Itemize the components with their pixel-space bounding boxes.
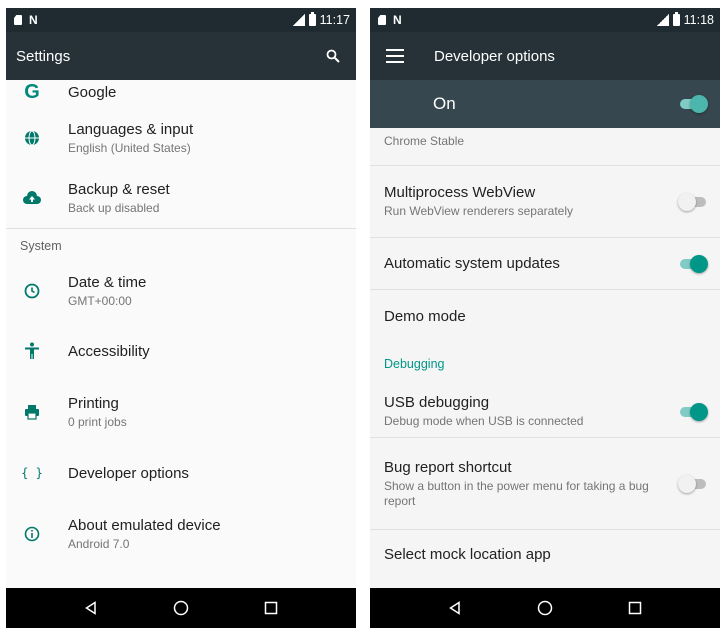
automatic-updates-row[interactable]: Automatic system updates bbox=[370, 238, 720, 290]
item-title: About emulated device bbox=[68, 517, 221, 534]
status-time: 11:17 bbox=[319, 13, 350, 27]
battery-icon bbox=[308, 12, 316, 26]
item-subtitle: Debug mode when USB is connected bbox=[384, 414, 584, 428]
item-subtitle: Run WebView renderers separately bbox=[384, 204, 573, 218]
bug-report-shortcut-toggle[interactable] bbox=[678, 474, 708, 493]
settings-item-accessibility[interactable]: Accessibility bbox=[6, 321, 356, 381]
sd-card-icon bbox=[14, 15, 22, 25]
item-title: Printing bbox=[68, 395, 119, 412]
item-subtitle: 0 print jobs bbox=[68, 415, 127, 429]
navigation-bar bbox=[6, 588, 356, 628]
navigation-bar bbox=[370, 588, 720, 628]
status-bar: N 11:18 bbox=[370, 8, 720, 32]
mock-location-app-row[interactable]: Select mock location app bbox=[370, 530, 720, 570]
item-title: Bug report shortcut bbox=[384, 458, 512, 476]
item-title: Developer options bbox=[68, 464, 189, 482]
status-time: 11:18 bbox=[683, 13, 714, 27]
usb-debugging-row[interactable]: USB debugging Debug mode when USB is con… bbox=[370, 386, 720, 438]
bug-report-shortcut-row[interactable]: Bug report shortcut Show a button in the… bbox=[370, 438, 720, 530]
signal-icon bbox=[292, 14, 305, 26]
multiprocess-webview-toggle[interactable] bbox=[678, 192, 708, 211]
home-circle-icon bbox=[537, 600, 553, 616]
webview-implementation-row[interactable]: Chrome Stable bbox=[370, 128, 720, 166]
nfc-icon: N bbox=[393, 13, 402, 27]
clock-icon bbox=[20, 279, 44, 303]
cloud-upload-icon bbox=[20, 186, 44, 210]
back-triangle-icon bbox=[85, 601, 96, 615]
globe-icon bbox=[20, 126, 44, 150]
section-header-debugging: Debugging bbox=[384, 357, 445, 371]
google-icon: G bbox=[24, 80, 40, 103]
settings-list: G Google Languages & input English (Unit… bbox=[6, 80, 356, 628]
item-subtitle: Chrome Stable bbox=[384, 134, 465, 148]
info-icon bbox=[20, 522, 44, 546]
home-button[interactable] bbox=[535, 598, 555, 618]
nfc-icon: N bbox=[29, 13, 38, 27]
developer-options-list: Chrome Stable Multiprocess WebView Run W… bbox=[370, 128, 720, 628]
item-subtitle: English (United States) bbox=[68, 141, 191, 155]
settings-item-backup[interactable]: Backup & reset Back up disabled bbox=[6, 168, 356, 228]
item-title: USB debugging bbox=[384, 394, 490, 411]
developer-options-screen: N 11:18 Developer options On Chrome Stab… bbox=[370, 8, 720, 628]
app-bar: Developer options bbox=[370, 32, 720, 80]
page-title: Developer options bbox=[434, 47, 555, 65]
item-title: Demo mode bbox=[384, 307, 466, 325]
master-switch-bar[interactable]: On bbox=[370, 80, 720, 128]
page-title: Settings bbox=[16, 47, 71, 65]
item-subtitle: GMT+00:00 bbox=[68, 294, 132, 308]
home-button[interactable] bbox=[171, 598, 191, 618]
home-circle-icon bbox=[173, 600, 189, 616]
item-title: Accessibility bbox=[68, 342, 150, 360]
recents-square-icon bbox=[628, 601, 642, 615]
accessibility-icon bbox=[20, 339, 44, 363]
settings-screen: N 11:17 Settings G Google Languages & in… bbox=[6, 8, 356, 628]
demo-mode-row[interactable]: Demo mode bbox=[370, 290, 720, 342]
printer-icon bbox=[20, 400, 44, 424]
settings-item-google[interactable]: G Google bbox=[6, 80, 356, 108]
settings-item-about[interactable]: About emulated device Android 7.0 bbox=[6, 503, 356, 565]
back-button[interactable] bbox=[445, 598, 465, 618]
back-button[interactable] bbox=[81, 598, 101, 618]
settings-item-languages[interactable]: Languages & input English (United States… bbox=[6, 108, 356, 168]
item-subtitle: Show a button in the power menu for taki… bbox=[384, 478, 649, 508]
back-triangle-icon bbox=[449, 601, 460, 615]
sd-card-icon bbox=[378, 15, 386, 25]
recents-button[interactable] bbox=[625, 598, 645, 618]
item-title: Date & time bbox=[68, 274, 147, 291]
app-bar: Settings bbox=[6, 32, 356, 80]
recents-square-icon bbox=[264, 601, 278, 615]
item-subtitle: Android 7.0 bbox=[68, 537, 130, 551]
settings-item-developer-options[interactable]: { } Developer options bbox=[6, 443, 356, 503]
battery-icon bbox=[672, 12, 680, 26]
item-title: Multiprocess WebView bbox=[384, 184, 536, 201]
item-title: Google bbox=[68, 83, 117, 101]
item-title: Select mock location app bbox=[384, 546, 551, 563]
item-subtitle: Back up disabled bbox=[68, 201, 160, 215]
search-icon[interactable] bbox=[324, 47, 342, 65]
item-title: Automatic system updates bbox=[384, 255, 560, 272]
code-braces-icon: { } bbox=[21, 466, 43, 480]
item-title: Languages & input bbox=[68, 121, 194, 138]
master-switch-label: On bbox=[433, 94, 456, 113]
usb-debugging-toggle[interactable] bbox=[678, 402, 708, 421]
menu-icon[interactable] bbox=[386, 49, 404, 63]
screenshot-stage: N 11:17 Settings G Google Languages & in… bbox=[0, 0, 720, 628]
status-bar: N 11:17 bbox=[6, 8, 356, 32]
section-header-system: System bbox=[20, 239, 62, 253]
automatic-updates-toggle[interactable] bbox=[678, 254, 708, 273]
item-title: Backup & reset bbox=[68, 181, 170, 198]
signal-icon bbox=[656, 14, 669, 26]
recents-button[interactable] bbox=[261, 598, 281, 618]
multiprocess-webview-row[interactable]: Multiprocess WebView Run WebView rendere… bbox=[370, 166, 720, 238]
master-toggle[interactable] bbox=[678, 95, 708, 113]
settings-item-printing[interactable]: Printing 0 print jobs bbox=[6, 381, 356, 443]
settings-item-date-time[interactable]: Date & time GMT+00:00 bbox=[6, 261, 356, 321]
